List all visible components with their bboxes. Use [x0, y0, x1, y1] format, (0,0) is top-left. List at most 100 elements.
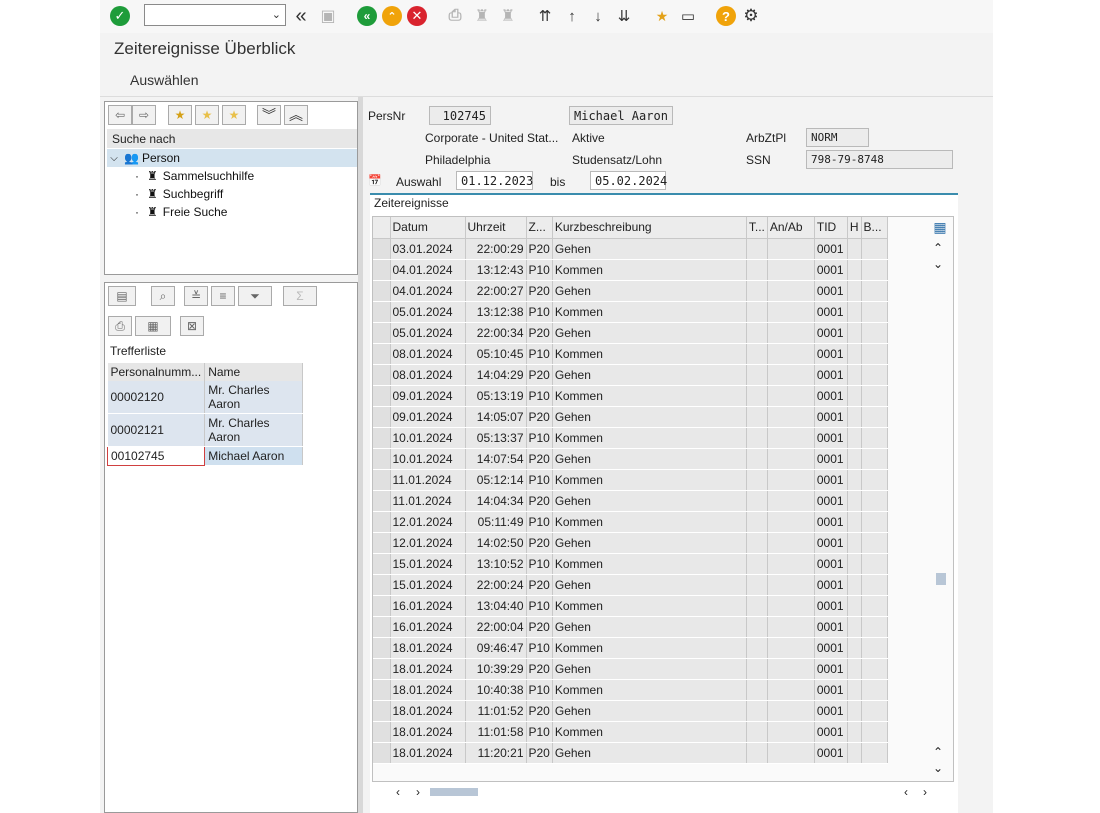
date-cell[interactable]: 18.01.2024 — [390, 700, 466, 722]
event-type-cell[interactable]: P10 — [526, 343, 553, 365]
row-selector[interactable] — [373, 322, 391, 344]
date-cell[interactable]: 10.01.2024 — [390, 427, 466, 449]
t-cell[interactable] — [746, 574, 768, 596]
persnr-field[interactable]: 102745 — [429, 106, 491, 125]
event-type-cell[interactable]: P20 — [526, 448, 553, 470]
an-ab-cell[interactable] — [767, 700, 815, 722]
row-selector[interactable] — [373, 385, 391, 407]
time-event-row[interactable]: 10.01.2024 05:13:37 P10 Kommen 0001 — [373, 427, 888, 449]
add-favorite-icon[interactable]: ★ — [168, 105, 192, 125]
an-ab-cell[interactable] — [767, 280, 815, 302]
an-ab-cell[interactable] — [767, 448, 815, 470]
time-cell[interactable]: 22:00:04 — [465, 616, 527, 638]
pernr-cell[interactable]: 00002120 — [107, 381, 206, 414]
date-cell[interactable]: 05.01.2024 — [390, 322, 466, 344]
t-cell[interactable] — [746, 469, 768, 491]
b-cell[interactable] — [861, 469, 888, 491]
tid-cell[interactable]: 0001 — [814, 364, 848, 386]
date-cell[interactable]: 18.01.2024 — [390, 721, 466, 743]
collapse-all-icon[interactable]: ︽ — [284, 105, 308, 125]
description-cell[interactable]: Kommen — [552, 427, 747, 449]
select-button[interactable]: Auswählen — [130, 72, 199, 88]
description-cell[interactable]: Kommen — [552, 301, 747, 323]
b-cell[interactable] — [861, 259, 888, 281]
scroll-down-icon[interactable]: ⌄ — [933, 761, 947, 775]
row-selector[interactable] — [373, 259, 391, 281]
event-type-cell[interactable]: P20 — [526, 490, 553, 512]
time-cell[interactable]: 05:11:49 — [465, 511, 527, 533]
time-cell[interactable]: 14:07:54 — [465, 448, 527, 470]
time-event-row[interactable]: 18.01.2024 10:39:29 P20 Gehen 0001 — [373, 658, 888, 680]
description-cell[interactable]: Kommen — [552, 511, 747, 533]
event-type-cell[interactable]: P20 — [526, 364, 553, 386]
h-cell[interactable] — [847, 511, 862, 533]
description-cell[interactable]: Gehen — [552, 448, 747, 470]
back-icon[interactable]: « — [356, 5, 378, 27]
description-cell[interactable]: Gehen — [552, 364, 747, 386]
tid-cell[interactable]: 0001 — [814, 700, 848, 722]
b-cell[interactable] — [861, 322, 888, 344]
time-event-row[interactable]: 05.01.2024 22:00:34 P20 Gehen 0001 — [373, 322, 888, 344]
hit-list-row[interactable]: 00102745 Michael Aaron — [106, 446, 303, 466]
date-cell[interactable]: 08.01.2024 — [390, 364, 466, 386]
row-selector[interactable] — [373, 658, 391, 680]
name-cell[interactable]: Michael Aaron — [204, 446, 303, 466]
tid-cell[interactable]: 0001 — [814, 322, 848, 344]
time-event-row[interactable]: 09.01.2024 05:13:19 P10 Kommen 0001 — [373, 385, 888, 407]
time-cell[interactable]: 11:20:21 — [465, 742, 527, 764]
b-cell[interactable] — [861, 280, 888, 302]
description-cell[interactable]: Kommen — [552, 637, 747, 659]
description-cell[interactable]: Gehen — [552, 322, 747, 344]
sort-descending-icon[interactable]: ≡ — [211, 286, 235, 306]
time-event-row[interactable]: 16.01.2024 13:04:40 P10 Kommen 0001 — [373, 595, 888, 617]
h-cell[interactable] — [847, 742, 862, 764]
b-cell[interactable] — [861, 574, 888, 596]
h-cell[interactable] — [847, 448, 862, 470]
hit-list-row[interactable]: 00002120 Mr. Charles Aaron — [107, 381, 303, 414]
description-cell[interactable]: Gehen — [552, 742, 747, 764]
b-cell[interactable] — [861, 301, 888, 323]
first-page-icon[interactable]: ⇈ — [534, 5, 556, 27]
event-type-cell[interactable]: P20 — [526, 742, 553, 764]
exit-icon[interactable]: ⌃ — [381, 5, 403, 27]
b-cell[interactable] — [861, 742, 888, 764]
time-cell[interactable]: 14:04:29 — [465, 364, 527, 386]
time-event-row[interactable]: 12.01.2024 05:11:49 P10 Kommen 0001 — [373, 511, 888, 533]
h-cell[interactable] — [847, 616, 862, 638]
tid-cell[interactable]: 0001 — [814, 616, 848, 638]
an-ab-cell[interactable] — [767, 637, 815, 659]
date-cell[interactable]: 03.01.2024 — [390, 238, 466, 260]
vertical-scroll-thumb[interactable] — [936, 573, 946, 585]
scroll-right-icon[interactable]: › — [416, 785, 420, 799]
row-selector[interactable] — [373, 637, 391, 659]
an-ab-cell[interactable] — [767, 574, 815, 596]
scroll-down-icon[interactable]: ⌄ — [933, 257, 947, 271]
column-header-zeitereignisart[interactable]: Z... — [526, 217, 553, 239]
description-cell[interactable]: Gehen — [552, 700, 747, 722]
date-cell[interactable]: 18.01.2024 — [390, 658, 466, 680]
time-event-row[interactable]: 18.01.2024 11:20:21 P20 Gehen 0001 — [373, 742, 888, 764]
b-cell[interactable] — [861, 679, 888, 701]
t-cell[interactable] — [746, 301, 768, 323]
filter-icon[interactable]: ⏷ — [238, 286, 272, 306]
time-event-row[interactable]: 18.01.2024 09:46:47 P10 Kommen 0001 — [373, 637, 888, 659]
time-event-row[interactable]: 18.01.2024 11:01:58 P10 Kommen 0001 — [373, 721, 888, 743]
description-cell[interactable]: Gehen — [552, 616, 747, 638]
details-icon[interactable]: ▤ — [108, 286, 136, 306]
event-type-cell[interactable]: P20 — [526, 616, 553, 638]
event-type-cell[interactable]: P10 — [526, 511, 553, 533]
h-cell[interactable] — [847, 385, 862, 407]
t-cell[interactable] — [746, 364, 768, 386]
an-ab-cell[interactable] — [767, 616, 815, 638]
event-type-cell[interactable]: P10 — [526, 469, 553, 491]
tid-cell[interactable]: 0001 — [814, 574, 848, 596]
calendar-icon[interactable]: 📅 — [368, 174, 382, 187]
back-double-icon[interactable]: « — [290, 5, 312, 27]
row-selector[interactable] — [373, 595, 391, 617]
h-cell[interactable] — [847, 343, 862, 365]
row-selector[interactable] — [373, 490, 391, 512]
time-event-row[interactable]: 16.01.2024 22:00:04 P20 Gehen 0001 — [373, 616, 888, 638]
time-cell[interactable]: 14:05:07 — [465, 406, 527, 428]
pernr-cell[interactable]: 00002121 — [107, 413, 206, 447]
tid-cell[interactable]: 0001 — [814, 259, 848, 281]
